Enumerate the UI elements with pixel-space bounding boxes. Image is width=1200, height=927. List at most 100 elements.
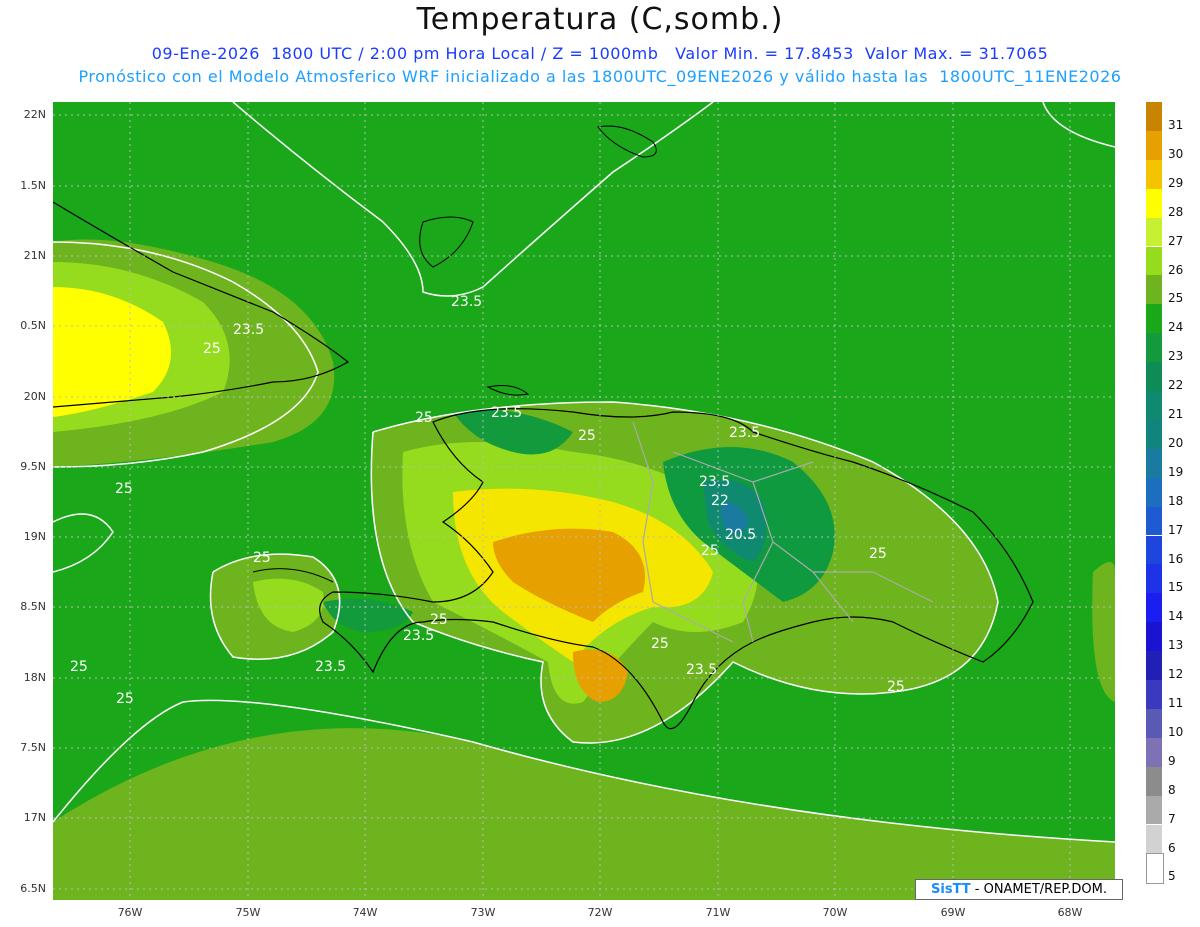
color-scale-swatch — [1146, 304, 1162, 334]
map-subtitle-model-info: Pronóstico con el Modelo Atmosferico WRF… — [78, 67, 1122, 86]
contour-label: 23.5 — [403, 628, 434, 644]
color-scale-label: 27 — [1168, 233, 1184, 248]
color-scale-swatch — [1146, 333, 1162, 363]
color-scale-swatch — [1146, 506, 1162, 536]
lat-label: 0.5N — [20, 319, 46, 332]
map-drawing: 23.5 23.5 25 23.5 25 23.5 25 23.5 23.5 2… — [53, 102, 1115, 900]
lon-label: 74W — [352, 906, 378, 919]
color-scale-label: 9 — [1168, 753, 1176, 768]
coastline-bahamas-1 — [419, 216, 474, 268]
color-scale-swatch — [1146, 448, 1162, 478]
color-scale-label: 19 — [1168, 464, 1184, 479]
lon-label: 69W — [940, 906, 966, 919]
color-scale-label: 24 — [1168, 320, 1184, 335]
color-scale-swatch — [1146, 564, 1162, 594]
color-scale-label: 10 — [1168, 724, 1184, 739]
color-scale-label: 12 — [1168, 667, 1184, 682]
color-scale-label: 7 — [1168, 811, 1176, 826]
color-scale-swatch — [1146, 102, 1162, 131]
color-scale-swatch — [1146, 159, 1162, 189]
contour-25-southwest — [53, 513, 114, 573]
color-scale-label: 31 — [1168, 118, 1184, 132]
color-scale-label: 14 — [1168, 609, 1184, 624]
contour-label: 25 — [887, 679, 905, 695]
map-subtitle-valid-time: 09-Ene-2026 1800 UTC / 2:00 pm Hora Loca… — [151, 44, 1049, 63]
color-scale-label: 30 — [1168, 146, 1184, 161]
contour-label: 25 — [869, 546, 887, 562]
color-scale-swatch — [1146, 275, 1162, 305]
color-scale-label: 25 — [1168, 291, 1184, 306]
shade-26-region-east — [1092, 562, 1115, 702]
contour-label: 25 — [203, 341, 221, 357]
map-title: Temperatura (C,somb.) — [416, 2, 784, 37]
lat-label: 1.5N — [20, 179, 46, 192]
contour-label: 25 — [253, 550, 271, 566]
color-scale-swatch — [1146, 737, 1162, 767]
lat-label: 19N — [23, 530, 46, 543]
color-scale-label: 17 — [1168, 522, 1184, 537]
lat-label: 6.5N — [20, 882, 46, 895]
shade-26-region-south — [53, 728, 1115, 900]
color-scale-label: 23 — [1168, 349, 1184, 364]
color-scale-swatch — [1146, 708, 1162, 738]
lon-label: 76W — [117, 906, 143, 919]
contour-label: 22 — [711, 493, 729, 509]
contour-label: 23.5 — [233, 322, 264, 338]
contour-label: 25 — [430, 612, 448, 628]
lat-label: 18N — [23, 671, 46, 684]
color-scale-swatch — [1146, 391, 1162, 420]
color-scale-swatch — [1146, 217, 1162, 247]
contour-label: 23.5 — [315, 659, 346, 675]
contour-label: 25 — [415, 410, 433, 426]
contour-label: 25 — [651, 636, 669, 652]
color-scale-label: 20 — [1168, 435, 1184, 450]
lat-label: 20N — [23, 390, 46, 403]
temperature-map: 23.5 23.5 25 23.5 25 23.5 25 23.5 23.5 2… — [53, 102, 1115, 900]
contour-label: 25 — [115, 481, 133, 497]
color-scale-label: 22 — [1168, 378, 1184, 393]
color-scale-swatch — [1146, 246, 1162, 276]
color-scale-swatch — [1146, 853, 1164, 885]
contour-label: 23.5 — [699, 474, 730, 490]
color-scale-label: 15 — [1168, 580, 1184, 595]
coastline-tortuga — [486, 385, 530, 396]
color-scale-swatch — [1146, 593, 1162, 623]
color-scale-swatch — [1146, 680, 1162, 709]
contour-label: 23.5 — [729, 425, 760, 441]
contour-label: 25 — [701, 543, 719, 559]
lon-label: 68W — [1057, 906, 1083, 919]
contour-label: 25 — [70, 659, 88, 675]
lon-label: 73W — [470, 906, 496, 919]
lat-label: 9.5N — [20, 460, 46, 473]
contour-23-5-ne — [1042, 102, 1115, 148]
lat-label: 17N — [23, 811, 46, 824]
contour-label: 23.5 — [451, 294, 482, 310]
lat-label: 7.5N — [20, 741, 46, 754]
lat-label: 22N — [23, 108, 46, 121]
color-scale-swatch — [1146, 622, 1162, 652]
color-scale-label: 29 — [1168, 175, 1184, 190]
color-scale-swatch — [1146, 766, 1162, 796]
credit-text: - ONAMET/REP.DOM. — [970, 882, 1107, 897]
color-scale-swatch — [1146, 824, 1162, 854]
color-scale-label: 21 — [1168, 407, 1184, 421]
lat-label: 8.5N — [20, 600, 46, 613]
lon-label: 72W — [587, 906, 613, 919]
color-scale-label: 6 — [1168, 840, 1176, 855]
color-scale-swatch — [1146, 477, 1162, 507]
color-scale-label: 11 — [1168, 696, 1184, 710]
lat-label: 21N — [23, 249, 46, 262]
contour-23-5-north — [232, 102, 714, 297]
contour-label: 25 — [116, 691, 134, 707]
color-scale-label: 26 — [1168, 262, 1184, 277]
contour-label: 23.5 — [686, 662, 717, 678]
contour-label: 23.5 — [491, 405, 522, 421]
color-scale-label: 16 — [1168, 551, 1184, 566]
credit-brand: SisTT — [931, 882, 971, 897]
color-scale-label: 5 — [1168, 869, 1176, 884]
color-scale-label: 18 — [1168, 493, 1184, 508]
color-scale-swatch — [1146, 651, 1162, 680]
color-scale-swatch — [1146, 188, 1162, 218]
color-scale-label: 13 — [1168, 638, 1184, 653]
color-scale-swatch — [1146, 419, 1162, 449]
